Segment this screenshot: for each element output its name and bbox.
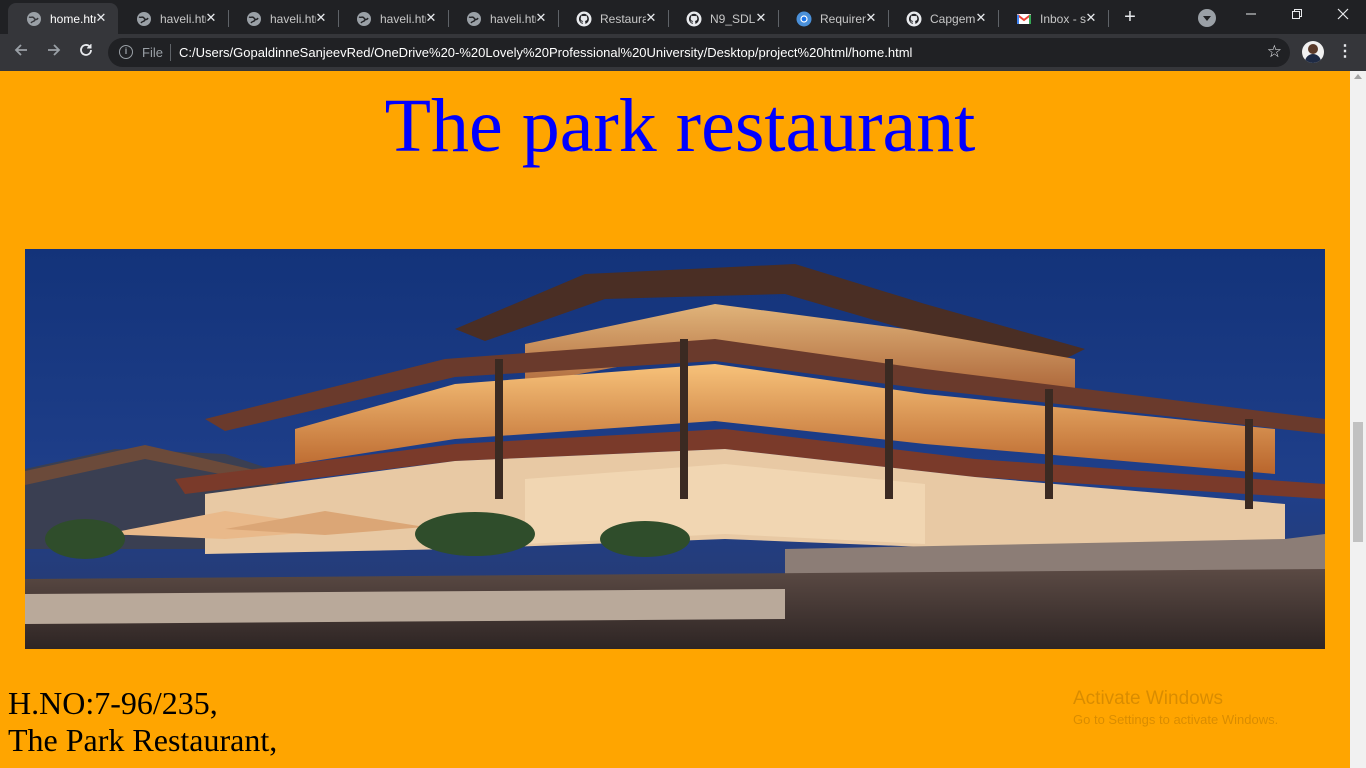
gmail-icon [1016,11,1032,27]
close-icon[interactable]: ✕ [94,11,108,25]
bookmark-star-icon[interactable]: ☆ [1267,42,1282,62]
arrow-right-icon [48,44,61,56]
tab-title: Restaurant [600,11,646,26]
tab-title: haveli.html [490,11,536,26]
divider [170,44,171,61]
close-icon[interactable]: ✕ [314,11,328,25]
address-line: The Park Restaurant, [8,722,278,758]
close-icon[interactable]: ✕ [534,11,548,25]
globe-icon [466,11,482,27]
tab-haveli-3[interactable]: haveli.html ✕ [338,3,448,34]
tab-n9-sdlc[interactable]: N9_SDLC ✕ [668,3,778,34]
tab-restaurant[interactable]: Restaurant ✕ [558,3,668,34]
tab-home[interactable]: home.html ✕ [8,3,118,34]
globe-icon [26,11,42,27]
tab-requirements[interactable]: Requirements ✕ [778,3,888,34]
forward-button[interactable] [42,40,66,64]
minimize-button[interactable] [1228,0,1274,30]
minimize-icon [1246,13,1256,15]
address-line: H.NO:7-96/235, [8,685,218,721]
close-icon[interactable]: ✕ [644,11,658,25]
address-block: H.NO:7-96/235, The Park Restaurant, [8,685,277,759]
url-text[interactable]: C:/Users/GopaldinneSanjeevRed/OneDrive%2… [179,45,912,60]
tab-inbox[interactable]: Inbox - s ✕ [998,3,1108,34]
github-icon [576,11,592,27]
tab-haveli-1[interactable]: haveli.html ✕ [118,3,228,34]
close-icon[interactable]: ✕ [1084,11,1098,25]
close-icon[interactable]: ✕ [974,11,988,25]
github-icon [686,11,702,27]
chrome-icon [796,11,812,27]
close-icon[interactable]: ✕ [864,11,878,25]
tab-strip: home.html ✕ haveli.html ✕ haveli.html ✕ … [0,0,1366,34]
tab-separator [1108,10,1109,27]
tab-title: haveli.html [160,11,206,26]
tab-title: Inbox - s [1040,11,1086,26]
close-icon[interactable]: ✕ [424,11,438,25]
reload-icon [80,44,92,56]
github-icon [906,11,922,27]
tab-haveli-4[interactable]: haveli.html ✕ [448,3,558,34]
address-bar[interactable]: i File C:/Users/GopaldinneSanjeevRed/One… [108,38,1290,67]
tab-title: home.html [50,11,96,26]
menu-kebab-icon[interactable]: ⋮ [1337,40,1353,64]
close-icon [1337,8,1349,20]
watermark-subtitle: Go to Settings to activate Windows. [1073,712,1279,727]
hero-image [25,249,1325,649]
close-icon[interactable]: ✕ [204,11,218,25]
tab-haveli-2[interactable]: haveli.html ✕ [228,3,338,34]
reload-button[interactable] [74,40,98,64]
globe-icon [356,11,372,27]
new-tab-button[interactable]: + [1118,5,1142,29]
back-button[interactable] [9,40,33,64]
tab-search-icon[interactable] [1198,9,1216,27]
restore-button[interactable] [1274,0,1320,30]
browser-toolbar: i File C:/Users/GopaldinneSanjeevRed/One… [0,34,1366,71]
scroll-up-arrow-icon[interactable] [1354,74,1362,79]
arrow-left-icon [14,44,27,56]
scheme-label: File [142,45,163,60]
scrollbar-thumb[interactable] [1353,422,1363,542]
globe-icon [136,11,152,27]
tab-title: haveli.html [380,11,426,26]
restore-icon [1292,9,1302,19]
close-window-button[interactable] [1320,0,1366,30]
profile-avatar[interactable] [1302,41,1324,63]
globe-icon [246,11,262,27]
info-icon[interactable]: i [119,45,133,59]
page-viewport: The park restaurant H.NO:7-96/235, The P… [0,71,1350,768]
tab-title: Capgemini [930,11,976,26]
watermark-title: Activate Windows [1073,688,1223,709]
windows-activation-watermark: Activate Windows Go to Settings to activ… [1073,687,1278,729]
tab-capgemini[interactable]: Capgemini ✕ [888,3,998,34]
vertical-scrollbar[interactable] [1350,71,1366,768]
close-icon[interactable]: ✕ [754,11,768,25]
page-title: The park restaurant [384,84,976,168]
tab-title: haveli.html [270,11,316,26]
tab-title: N9_SDLC [710,11,756,26]
tab-title: Requirements [820,11,866,26]
